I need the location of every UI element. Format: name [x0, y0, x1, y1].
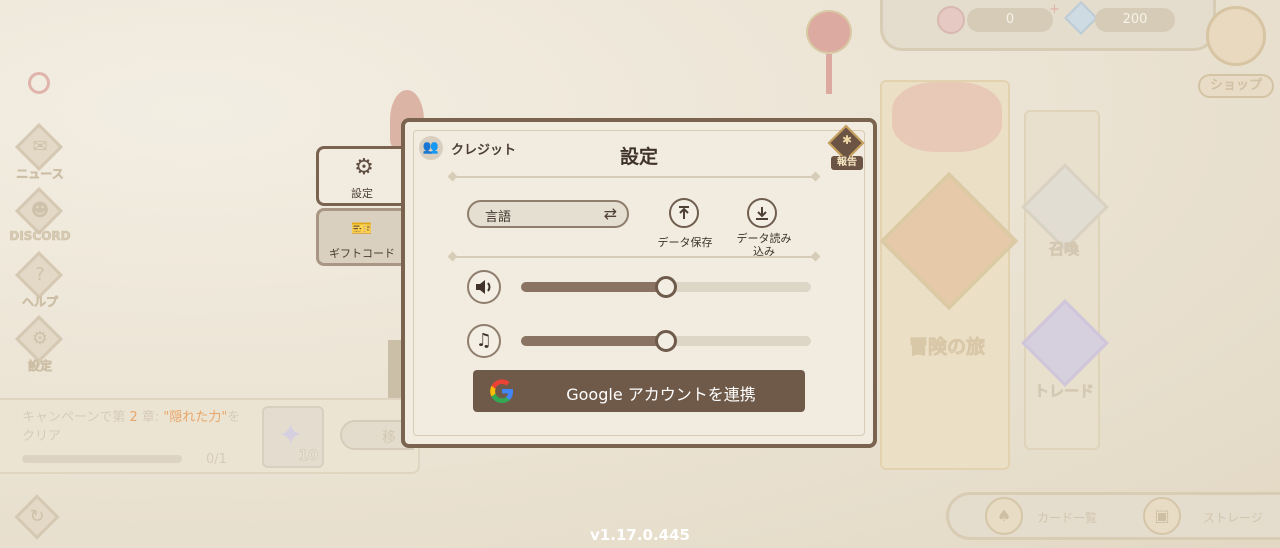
quest-progress-bar — [22, 455, 182, 463]
ticket-icon: 🎫 — [351, 219, 373, 239]
shop-button[interactable]: ショップ — [1198, 6, 1278, 102]
title-divider — [453, 176, 815, 178]
quest-text-middle: 章: — [137, 410, 164, 425]
discord-icon: ☻ — [30, 200, 50, 221]
tab-giftcode[interactable]: 🎫 ギフトコード — [316, 208, 406, 266]
storage-icon: ▣ — [1143, 497, 1181, 535]
trade-scale-icon — [1021, 299, 1109, 387]
upload-icon — [669, 198, 699, 228]
nav-news[interactable]: ✉ ニュース — [10, 122, 72, 186]
quest-description: キャンペーンで第 2 章: "隠れた力"をクリア — [22, 408, 246, 446]
refresh-icon: ↻ — [29, 506, 45, 527]
report-label: 報告 — [831, 156, 863, 170]
music-note-icon: ♫ — [475, 330, 493, 351]
currency-crystal-value: 200 — [1095, 8, 1175, 32]
storage-label: ストレージ — [1203, 511, 1263, 525]
settings-icon: ⚙ — [31, 328, 49, 349]
google-icon — [487, 376, 517, 406]
quest-move-label: 移 — [382, 430, 396, 446]
currency-red-value: 0 — [967, 8, 1053, 32]
report-button[interactable]: ✱ 報告 — [827, 124, 865, 170]
storage-button[interactable]: ▣ ストレージ — [1143, 495, 1273, 539]
currency-bar: 0 + 200 — [880, 0, 1216, 51]
tab-settings[interactable]: ⚙ 設定 — [316, 146, 406, 206]
music-button[interactable]: ♫ — [467, 324, 501, 358]
summon-banner[interactable]: 召喚 トレード — [1021, 110, 1109, 450]
google-link-button[interactable]: Google アカウントを連携 — [473, 370, 805, 412]
card-list-icon: ♠ — [985, 497, 1023, 535]
tab-giftcode-label: ギフトコード — [329, 247, 395, 260]
nav-discord[interactable]: ☻ DISCORD — [9, 186, 72, 250]
top-ornament-icon — [28, 72, 50, 94]
save-data-button[interactable]: データ保存 — [647, 198, 723, 254]
mid-divider — [453, 256, 815, 258]
speaker-icon — [476, 280, 491, 294]
gear-icon: ⚙ — [354, 155, 374, 180]
add-currency-icon[interactable]: + — [1049, 2, 1060, 17]
language-button[interactable]: 言語 ⇄ — [467, 200, 629, 228]
adventure-banner[interactable]: 冒険の旅 — [879, 80, 1019, 470]
quest-progress-text: 0/1 — [206, 452, 227, 467]
nav-discord-label: DISCORD — [9, 229, 71, 244]
google-link-label: Google アカウントを連携 — [566, 385, 756, 404]
sound-slider-fill — [521, 282, 666, 292]
gem-red-icon — [937, 6, 965, 34]
card-list-label: カード一覧 — [1037, 511, 1098, 525]
shop-chest-icon — [1206, 6, 1266, 66]
bottom-nav-bar: ♠ カード一覧 ▣ ストレージ — [946, 492, 1280, 540]
nav-news-label: ニュース — [16, 167, 64, 182]
nav-help[interactable]: ? ヘルプ — [10, 250, 72, 314]
sound-slider[interactable] — [521, 276, 811, 298]
nav-settings-label: 設定 — [27, 359, 53, 374]
settings-dialog: 👥 クレジット 設定 ✱ 報告 言語 ⇄ データ保存 データ読み込み ♫ Goo… — [401, 118, 877, 448]
quest-chapter: 2 — [129, 410, 138, 425]
download-icon — [747, 198, 777, 228]
lantern-decoration — [806, 2, 852, 94]
save-data-label: データ保存 — [657, 236, 713, 249]
load-data-button[interactable]: データ読み込み — [725, 198, 801, 258]
version-label: v1.17.0.445 — [590, 526, 690, 544]
tab-settings-label: 設定 — [351, 187, 373, 200]
trade-label: トレード — [1033, 382, 1095, 401]
quest-panel[interactable]: キャンペーンで第 2 章: "隠れた力"をクリア 0/1 ✦ 10 移 — [0, 398, 420, 474]
card-list-button[interactable]: ♠ カード一覧 — [985, 495, 1125, 539]
music-slider-knob[interactable] — [655, 330, 677, 352]
swap-icon: ⇄ — [603, 204, 617, 223]
bug-icon: ✱ — [841, 133, 853, 147]
quest-name: "隠れた力" — [163, 410, 228, 425]
summon-label: 召喚 — [1048, 240, 1080, 259]
nav-help-label: ヘルプ — [21, 295, 59, 310]
load-data-label: データ読み込み — [736, 232, 792, 258]
reward-count: 10 — [298, 448, 318, 465]
sound-button[interactable] — [467, 270, 501, 304]
dialog-title: 設定 — [619, 146, 658, 168]
language-label: 言語 — [485, 210, 512, 225]
sound-slider-knob[interactable] — [655, 276, 677, 298]
shop-label: ショップ — [1198, 74, 1274, 98]
adventure-label: 冒険の旅 — [908, 336, 986, 359]
crystal-icon — [1064, 1, 1098, 35]
quest-text-prefix: キャンペーンで第 — [22, 410, 130, 425]
sword-icon — [879, 171, 1019, 311]
refresh-button[interactable]: ↻ — [14, 494, 60, 540]
music-slider-fill — [521, 336, 666, 346]
music-slider[interactable] — [521, 330, 811, 352]
nav-settings[interactable]: ⚙ 設定 — [10, 314, 72, 378]
help-icon: ? — [35, 264, 45, 285]
news-icon: ✉ — [32, 136, 48, 157]
reward-item[interactable]: ✦ 10 — [262, 406, 324, 468]
lion-head-icon — [892, 82, 1002, 152]
